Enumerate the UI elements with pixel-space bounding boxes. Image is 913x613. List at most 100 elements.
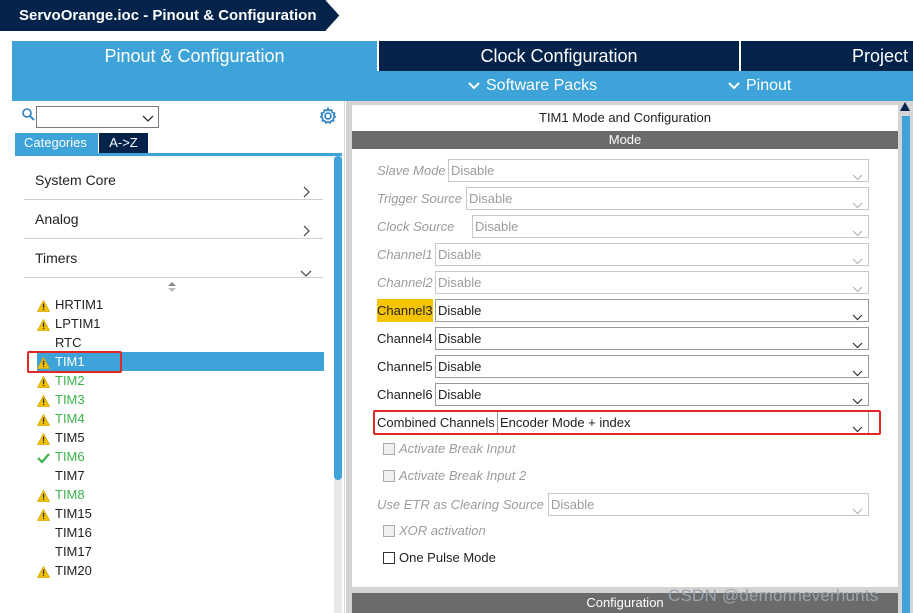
category-label: Analog [35, 211, 79, 227]
pinout-menu[interactable]: Pinout [728, 71, 791, 101]
timer-label: HRTIM1 [55, 297, 104, 312]
field-label: Channel6 [377, 387, 433, 402]
sort-icon[interactable] [167, 281, 177, 296]
field-slave-mode: Slave Mode Disable [377, 159, 869, 182]
tab-categories[interactable]: Categories [15, 133, 98, 153]
category-timers[interactable]: Timers [24, 239, 323, 278]
channel4-select[interactable]: Disable [435, 327, 869, 350]
channel5-select[interactable]: Disable [435, 355, 869, 378]
timer-item-tim2[interactable]: TIM2 [36, 371, 312, 390]
warning-icon [36, 564, 51, 583]
tim1-annotation-box [27, 351, 122, 373]
mode-section-bar[interactable]: Mode [352, 131, 898, 149]
timer-item-tim16[interactable]: TIM16 [37, 523, 312, 542]
select-value: Disable [475, 219, 519, 234]
timer-label: TIM17 [55, 544, 92, 559]
timer-item-tim8[interactable]: TIM8 [36, 485, 312, 504]
timer-label: TIM20 [55, 563, 92, 578]
use-etr-as-clearing-source-select: Disable [548, 493, 869, 516]
field-channel5: Channel5 Disable [377, 355, 869, 378]
timer-label: TIM6 [55, 449, 85, 464]
search-input[interactable] [36, 106, 159, 128]
combined-channels-annotation-box [373, 410, 881, 435]
checkbox-one-pulse-mode[interactable]: One Pulse Mode [383, 549, 583, 567]
channel2-select: Disable [435, 271, 869, 294]
chevron-down-icon [852, 194, 863, 215]
gear-icon[interactable] [319, 106, 337, 128]
software-packs-label: Software Packs [486, 77, 598, 95]
search-icon[interactable] [22, 108, 35, 124]
field-label: Clock Source [377, 219, 455, 234]
checkbox-box[interactable] [383, 552, 395, 564]
timer-label: TIM15 [55, 506, 92, 521]
field-channel4: Channel4 Disable [377, 327, 869, 350]
timer-item-tim3[interactable]: TIM3 [36, 390, 312, 409]
search-row [12, 103, 345, 129]
category-label: System Core [35, 172, 116, 188]
category-system-core[interactable]: System Core [24, 161, 323, 200]
field-channel6: Channel6 Disable [377, 383, 869, 406]
timer-item-rtc[interactable]: RTC [37, 333, 312, 352]
main-tabs: Pinout & Configuration Clock Configurati… [0, 41, 913, 71]
software-packs-menu[interactable]: Software Packs [468, 71, 597, 101]
timer-item-lptim1[interactable]: LPTIM1 [36, 314, 312, 333]
timer-item-tim4[interactable]: TIM4 [36, 409, 312, 428]
right-scrollbar-thumb[interactable] [902, 116, 910, 613]
checkbox-xor-activation: XOR activation [383, 522, 583, 540]
field-channel2: Channel2 Disable [377, 271, 869, 294]
field-channel3: Channel3 Disable [377, 299, 869, 322]
field-trigger-source: Trigger Source Disable [377, 187, 869, 210]
checkbox-activate-break-input-2: Activate Break Input 2 [383, 467, 583, 485]
checkbox-activate-break-input: Activate Break Input [383, 440, 583, 458]
channel3-select[interactable]: Disable [435, 299, 869, 322]
slave-mode-select: Disable [448, 159, 869, 182]
timer-item-tim17[interactable]: TIM17 [37, 542, 312, 561]
clock-source-select: Disable [472, 215, 869, 238]
select-value: Disable [438, 303, 482, 318]
timer-item-tim20[interactable]: TIM20 [36, 561, 312, 583]
category-list: System Core Analog Timers [24, 161, 323, 278]
timer-item-tim5[interactable]: TIM5 [36, 428, 312, 447]
chevron-down-icon [728, 71, 740, 101]
checkbox-box [383, 443, 395, 455]
timer-label: TIM8 [55, 487, 85, 502]
watermark: CSDN @demonneverhunts [668, 586, 879, 605]
chevron-down-icon [852, 278, 863, 299]
select-value: Disable [451, 163, 495, 178]
checkbox-box [383, 525, 395, 537]
tab-pinout-configuration[interactable]: Pinout & Configuration [12, 41, 377, 71]
field-label: Channel1 [377, 247, 433, 262]
checkbox-box [383, 470, 395, 482]
timer-item-tim6[interactable]: TIM6 [37, 447, 312, 466]
field-label: Slave Mode [377, 163, 446, 178]
timer-item-hrtim1[interactable]: HRTIM1 [36, 295, 312, 314]
select-value: Disable [551, 497, 595, 512]
field-channel1: Channel1 Disable [377, 243, 869, 266]
timer-label: RTC [55, 335, 82, 350]
category-analog[interactable]: Analog [24, 200, 323, 239]
select-value: Disable [438, 331, 482, 346]
left-scrollbar-thumb[interactable] [334, 156, 342, 480]
field-label: Use ETR as Clearing Source [377, 497, 544, 512]
chevron-down-icon [852, 500, 863, 521]
checkbox-label: Activate Break Input [399, 441, 516, 456]
chevron-down-icon [852, 362, 863, 383]
timer-label: TIM5 [55, 430, 85, 445]
tab-project[interactable]: Project [741, 41, 913, 71]
tab-clock-configuration[interactable]: Clock Configuration [379, 41, 739, 71]
tab-a-to-z[interactable]: A->Z [99, 133, 148, 153]
field-label: Channel5 [377, 359, 433, 374]
channel6-select[interactable]: Disable [435, 383, 869, 406]
field-label: Trigger Source [377, 191, 463, 206]
select-value: Disable [438, 387, 482, 402]
chevron-down-icon [142, 111, 154, 126]
select-value: Disable [469, 191, 513, 206]
chevron-down-icon [852, 166, 863, 187]
scroll-up-icon[interactable] [898, 100, 912, 117]
field-label: Channel3 [377, 299, 433, 322]
field-label: Channel2 [377, 275, 433, 290]
timer-item-tim7[interactable]: TIM7 [37, 466, 312, 485]
timer-label: TIM16 [55, 525, 92, 540]
timer-item-tim15[interactable]: TIM15 [36, 504, 312, 523]
chevron-down-icon [852, 222, 863, 243]
